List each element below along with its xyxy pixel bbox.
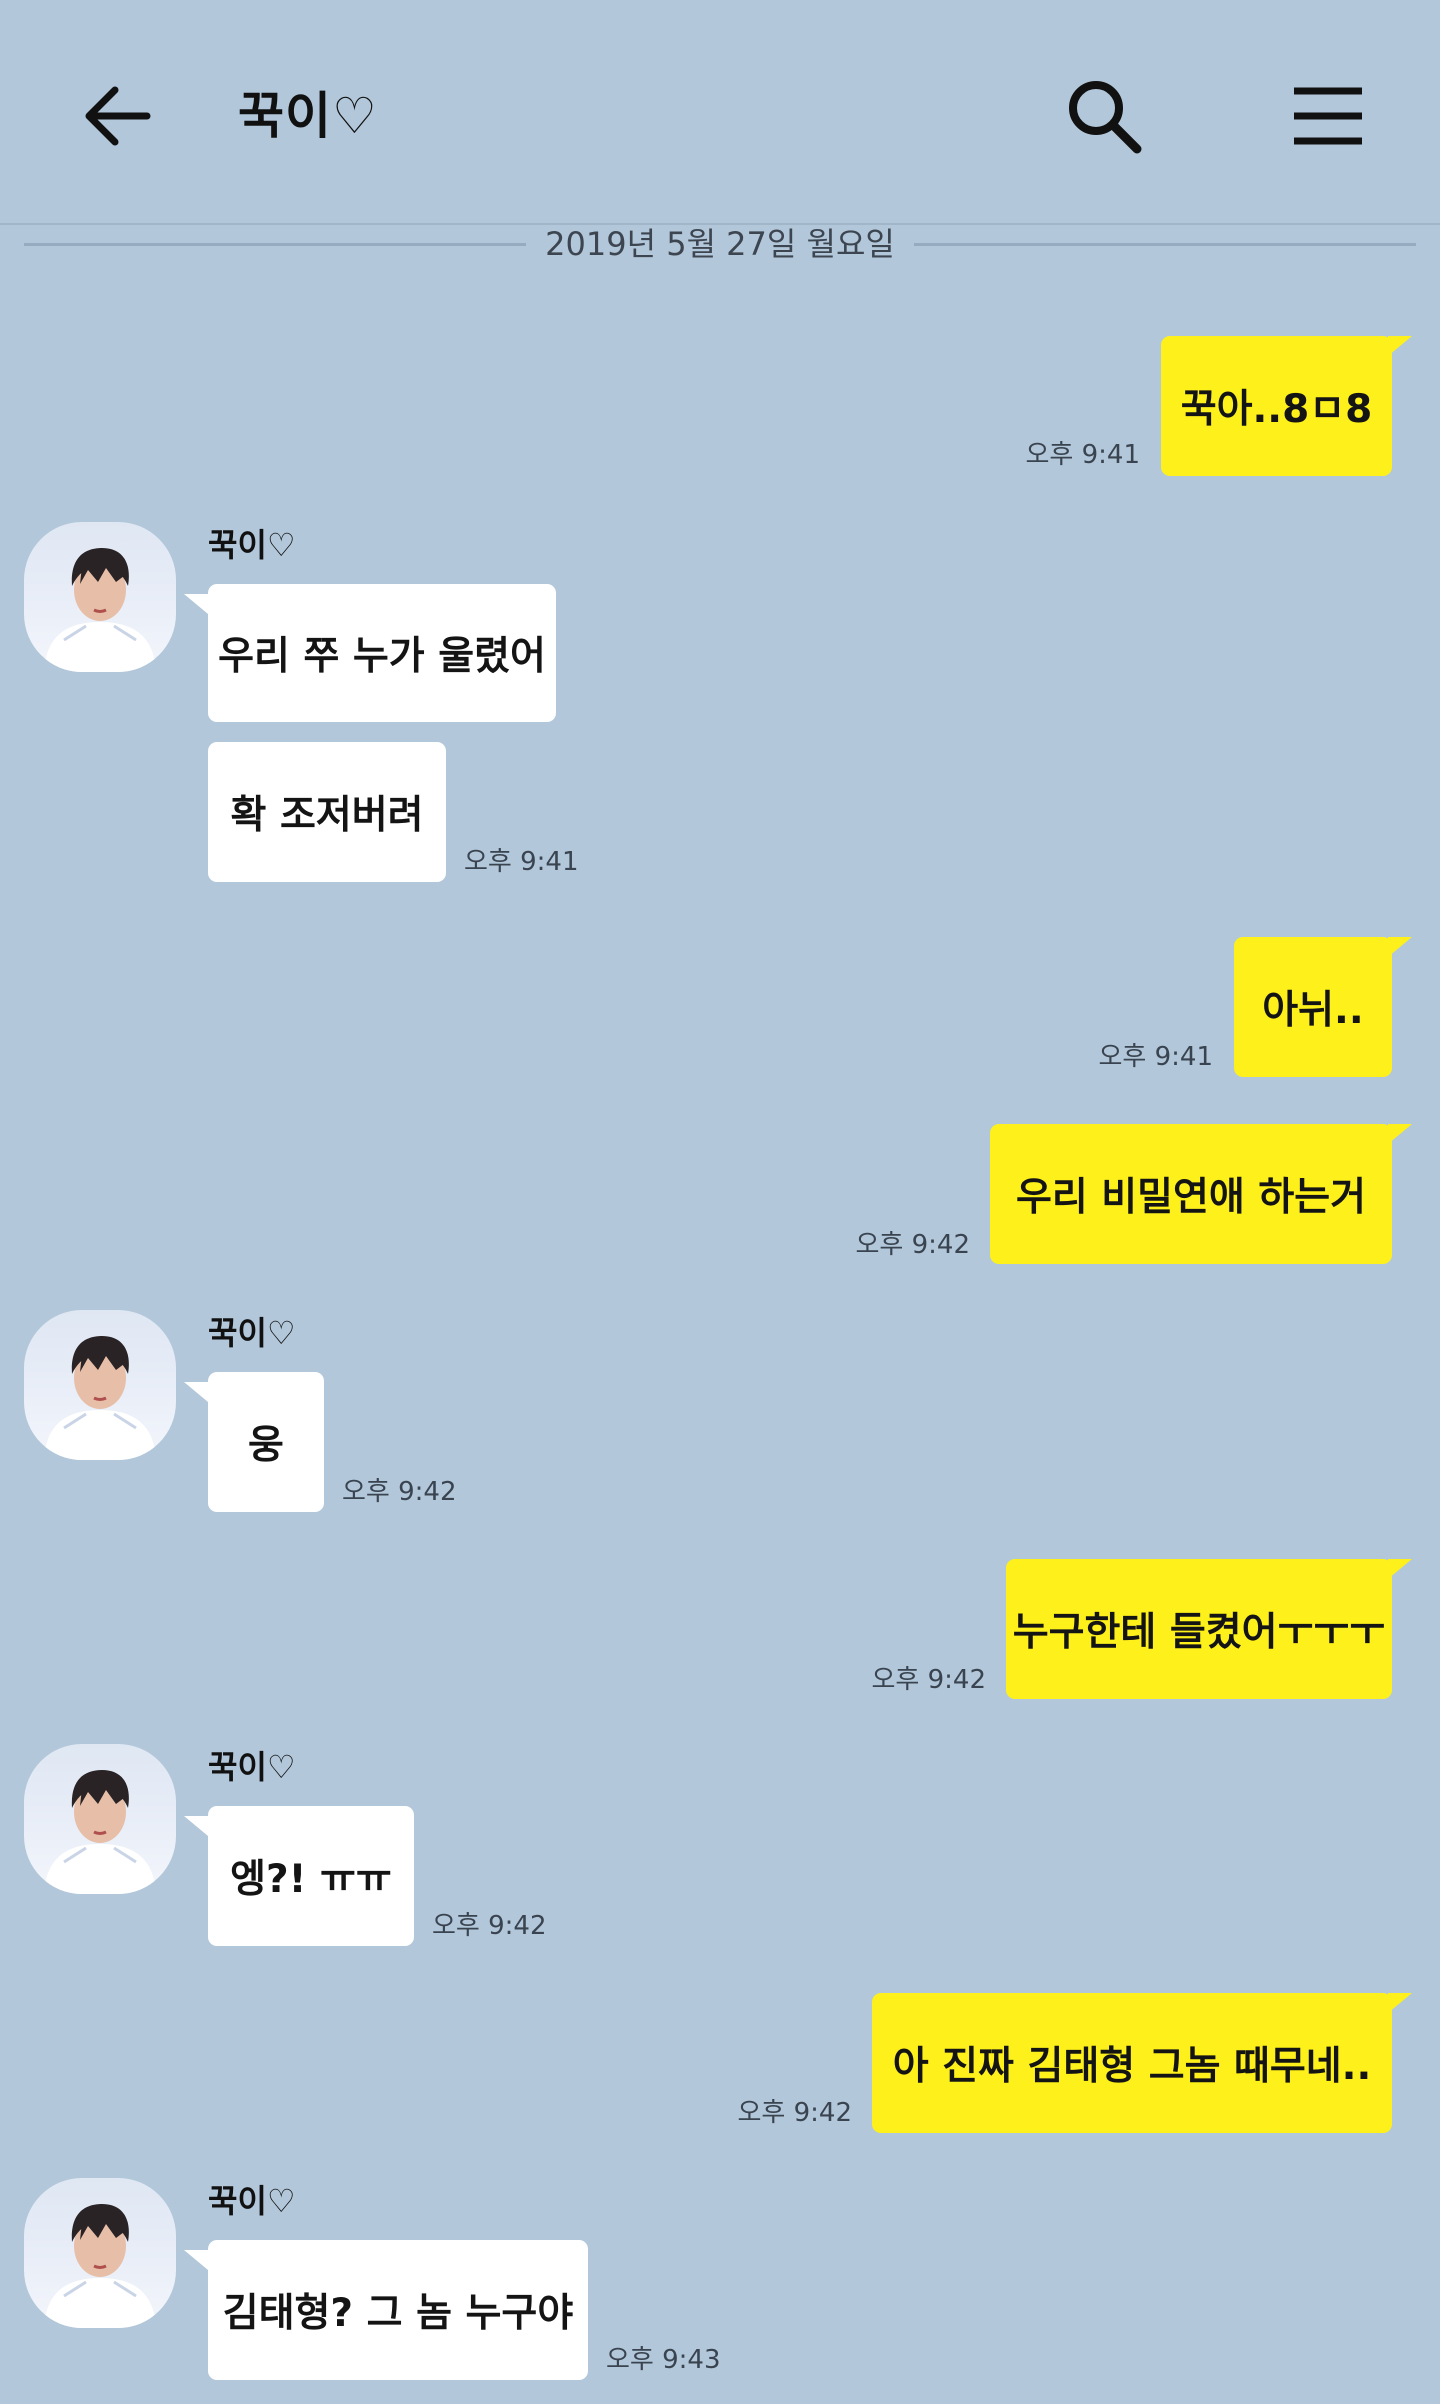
message-time: 오후 9:42 — [737, 2098, 853, 2128]
message-text: 엥?! ㅠㅠ — [230, 1857, 392, 1902]
message-text: 아뉘.. — [1262, 988, 1364, 1033]
message-text: 우리 비밀연애 하는거 — [1015, 1175, 1367, 1220]
message-text: 김태형? 그 놈 누구야 — [222, 2291, 574, 2336]
avatar[interactable] — [24, 522, 176, 672]
message-time: 오후 9:42 — [871, 1665, 987, 1695]
chat-header: 꾹이♡ — [0, 0, 1440, 225]
hamburger-menu-icon — [1294, 87, 1362, 145]
my-message-bubble[interactable]: 꾹아..8ㅁ8 — [1161, 336, 1412, 476]
message-text: 웅 — [248, 1423, 284, 1468]
my-message-bubble[interactable]: 우리 비밀연애 하는거 — [990, 1124, 1412, 1264]
their-message-bubble[interactable]: 웅 — [184, 1372, 324, 1512]
date-divider: 2019년 5월 27일 월요일 — [24, 222, 1416, 266]
back-button[interactable] — [70, 70, 162, 162]
message-text: 누구한테 들켰어ㅜㅜㅜ — [1012, 1610, 1386, 1655]
bubble-tail — [184, 1382, 208, 1402]
their-message-bubble[interactable]: 김태형? 그 놈 누구야 — [184, 2240, 588, 2380]
bubble-tail — [1388, 336, 1412, 356]
date-label: 2019년 5월 27일 월요일 — [545, 225, 895, 263]
search-button[interactable] — [1054, 66, 1154, 166]
message-time: 오후 9:41 — [464, 847, 579, 877]
search-icon — [1069, 81, 1142, 154]
my-message-bubble[interactable]: 누구한테 들켰어ㅜㅜㅜ — [1006, 1559, 1412, 1699]
my-message-bubble[interactable]: 아 진짜 김태형 그놈 때무네.. — [872, 1993, 1412, 2133]
sender-name: 꾹이♡ — [208, 1748, 296, 1786]
sender-name: 꾹이♡ — [208, 526, 296, 564]
profile-photo-icon — [44, 1770, 156, 1894]
divider-line — [914, 243, 1416, 246]
their-message-bubble[interactable]: 엥?! ㅠㅠ — [184, 1806, 414, 1946]
chat-room-title: 꾹이♡ — [238, 87, 378, 145]
avatar[interactable] — [24, 1744, 176, 1894]
sender-name: 꾹이♡ — [208, 1314, 296, 1352]
bubble-tail — [184, 1816, 208, 1836]
profile-photo-icon — [44, 1336, 156, 1460]
bubble-tail — [184, 2250, 208, 2270]
avatar[interactable] — [24, 1310, 176, 1460]
bubble-tail — [184, 594, 208, 614]
message-time: 오후 9:42 — [432, 1911, 547, 1941]
divider-line — [24, 243, 526, 246]
message-text: 확 조저버려 — [230, 793, 424, 838]
message-time: 오후 9:41 — [1025, 440, 1141, 470]
my-message-bubble[interactable]: 아뉘.. — [1234, 937, 1412, 1077]
message-text: 우리 쭈 누가 울렸어 — [218, 634, 546, 679]
menu-button[interactable] — [1278, 70, 1378, 162]
message-text: 아 진짜 김태형 그놈 때무네.. — [892, 2044, 1372, 2089]
message-time: 오후 9:42 — [855, 1230, 971, 1260]
avatar[interactable] — [24, 2178, 176, 2328]
arrow-left-icon — [85, 86, 151, 146]
bubble-tail — [1388, 1124, 1412, 1144]
their-message-bubble[interactable]: 확 조저버려 — [208, 742, 446, 882]
their-message-bubble[interactable]: 우리 쭈 누가 울렸어 — [184, 584, 556, 722]
sender-name: 꾹이♡ — [208, 2182, 296, 2220]
message-time: 오후 9:41 — [1098, 1042, 1214, 1072]
profile-photo-icon — [44, 2204, 156, 2328]
chat-screen: 꾹이♡ 2019년 5월 27일 월요일 꾹아..8ㅁ8 오후 9:41 꾹이♡… — [0, 0, 1440, 2404]
profile-photo-icon — [44, 548, 156, 672]
bubble-tail — [1388, 1559, 1412, 1579]
bubble-tail — [1388, 1993, 1412, 2013]
bubble-tail — [1388, 937, 1412, 957]
message-text: 꾹아..8ㅁ8 — [1180, 387, 1373, 432]
message-time: 오후 9:42 — [342, 1477, 457, 1507]
message-time: 오후 9:43 — [606, 2345, 721, 2375]
